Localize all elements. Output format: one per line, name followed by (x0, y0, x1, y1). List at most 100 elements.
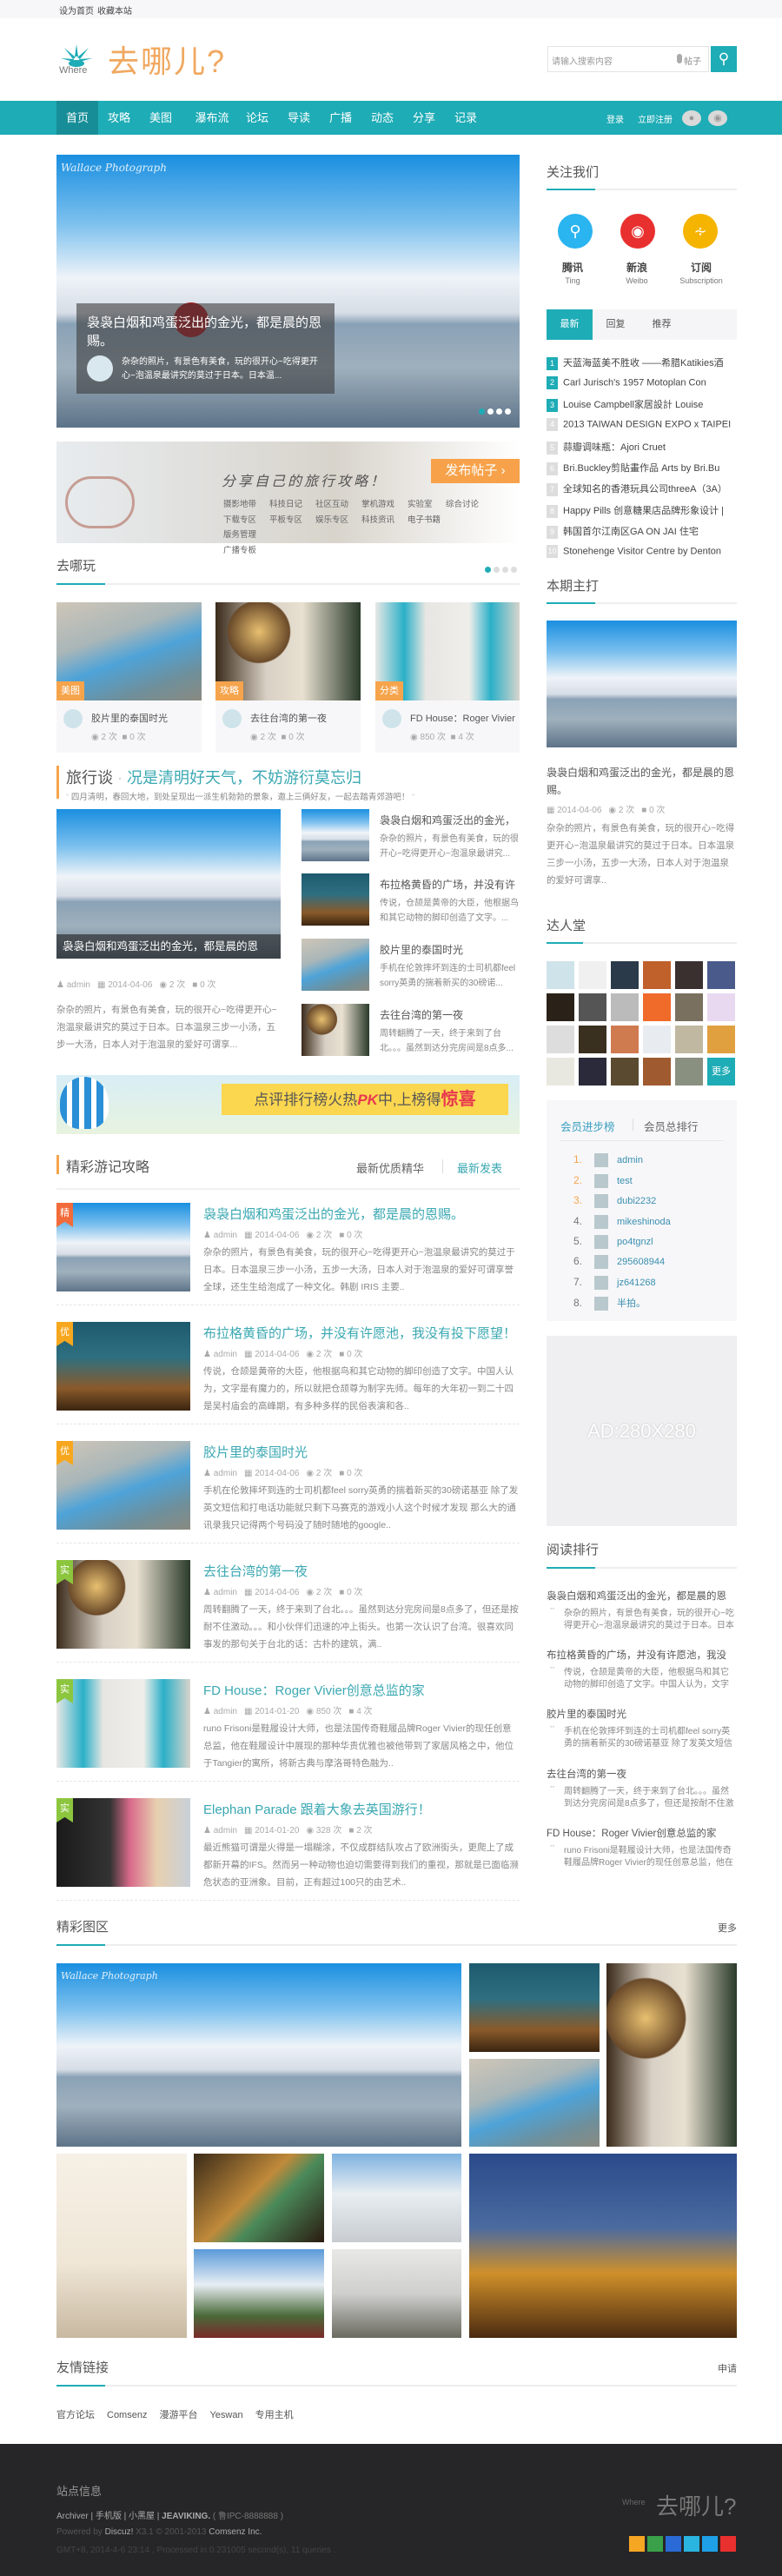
category-link[interactable]: 科技资讯 (361, 513, 408, 528)
expert-avatar[interactable] (643, 1058, 671, 1086)
member-rank-item[interactable]: 1. admin (573, 1153, 643, 1169)
douban-icon[interactable] (647, 2536, 663, 2552)
expert-avatar[interactable] (675, 961, 703, 989)
member-name[interactable]: jz641268 (617, 1278, 656, 1288)
carousel-dot[interactable] (511, 567, 517, 573)
expert-avatar[interactable] (547, 1058, 574, 1086)
slide-title[interactable]: 袅袅白烟和鸡蛋泛出的金光，都是晨的恩赐。 (87, 314, 321, 350)
nav-item-digest[interactable]: 导读 (278, 101, 320, 135)
nav-item-share[interactable]: 分享 (403, 101, 445, 135)
latest-post-item[interactable]: 3 Louise Campbell家居設計 Louise (547, 397, 737, 413)
category-link[interactable]: 版务管理 (223, 528, 262, 543)
expert-avatar[interactable] (643, 1026, 671, 1053)
reading-title[interactable]: 胶片里的泰国时光 (547, 1707, 737, 1721)
slider-dot[interactable] (487, 408, 494, 415)
gallery-image[interactable] (606, 1963, 737, 2147)
expert-avatar[interactable] (707, 993, 735, 1021)
expert-avatar[interactable] (611, 993, 639, 1021)
friend-link[interactable]: Comsenz (107, 2410, 147, 2420)
ranking-ad-banner[interactable]: 点评排行榜火热PK中,上榜得惊喜 (56, 1075, 520, 1134)
microphone-icon[interactable] (677, 54, 682, 63)
slider-dot[interactable] (479, 408, 485, 415)
friend-link[interactable]: 官方论坛 (56, 2410, 95, 2420)
talk-list-item[interactable]: 布拉格黄昏的广场，并没有许 传说，仓颉是黄帝的大臣，他根据鸟和其它动物的脚印创造了… (302, 873, 520, 926)
reading-item[interactable]: 布拉格黄昏的广场，并没有许愿池，我没传说，仓颉是黄帝的大臣，他根据鸟和其它动物的… (547, 1648, 737, 1691)
reading-item[interactable]: FD House：Roger Vivier创意总监的家 runo Frisoni是… (547, 1826, 737, 1869)
expert-avatar[interactable] (611, 961, 639, 989)
nav-item-feed[interactable]: 动态 (361, 101, 403, 135)
tab-latest-posts[interactable]: 最新 (547, 309, 593, 340)
category-link[interactable]: 摄影地带 (223, 497, 269, 513)
category-link[interactable]: 娱乐专区 (315, 513, 361, 528)
hero-slider[interactable]: Wallace Photograph 袅袅白烟和鸡蛋泛出的金光，都是晨的恩赐。 … (56, 155, 520, 428)
expert-avatar[interactable] (707, 1026, 735, 1053)
member-name[interactable]: mikeshinoda (617, 1217, 671, 1227)
feature-title[interactable]: 袅袅白烟和鸡蛋泛出的金光，都是晨的恩赐。 (547, 764, 737, 799)
category-link[interactable]: 下载专区 (223, 513, 269, 528)
member-rank-item[interactable]: 4. mikeshinoda (573, 1215, 671, 1231)
member-name[interactable]: dubi2232 (617, 1196, 656, 1206)
expert-avatar[interactable] (611, 1058, 639, 1086)
item-title[interactable]: 布拉格黄昏的广场，并没有许 (380, 877, 520, 892)
site-name-link[interactable]: JEAVIKING. (162, 2512, 210, 2521)
expert-avatar[interactable] (675, 1026, 703, 1053)
play-card[interactable]: 分类 FD House：Roger Vivier ◉ 850 次 ■ 4 次 (375, 602, 520, 753)
gallery-image[interactable] (194, 2249, 324, 2338)
talk-headline[interactable]: 况是清明好天气，不妨游衍莫忘归 (127, 769, 361, 787)
logo-text[interactable]: 去哪儿? (108, 37, 226, 82)
friend-link[interactable]: 漫游平台 (159, 2410, 197, 2420)
expert-avatar[interactable] (579, 993, 606, 1021)
category-link[interactable]: 综合讨论 (446, 497, 484, 513)
article-title[interactable]: 袅袅白烟和鸡蛋泛出的金光，都是晨的恩赐。 (203, 1205, 464, 1223)
latest-post-item[interactable]: 10 Stonehenge Visitor Centre by Denton (547, 545, 737, 561)
article-image[interactable] (56, 1441, 190, 1530)
publish-post-button[interactable]: 发布帖子 › (431, 459, 520, 483)
article-image[interactable] (56, 1203, 190, 1291)
gallery-more-link[interactable]: 更多 (718, 1921, 737, 1935)
friend-link[interactable]: 专用主机 (255, 2410, 294, 2420)
article-title[interactable]: 去往台湾的第一夜 (203, 1562, 308, 1580)
logo-icon[interactable]: Where (59, 41, 94, 76)
gallery-image[interactable] (469, 1963, 600, 2052)
weibo-icon[interactable]: ◉ (620, 214, 655, 249)
latest-post-item[interactable]: 4 2013 TAIWAN DESIGN EXPO x TAIPEI (547, 418, 737, 434)
play-card[interactable]: 美图 胶片里的泰国时光 ◉ 2 次 ■ 0 次 (56, 602, 202, 753)
gallery-image[interactable] (332, 2249, 461, 2338)
card-title[interactable]: 去往台湾的第一夜 (250, 711, 327, 725)
category-link[interactable]: 平板专区 (269, 513, 315, 528)
talk-main-image[interactable]: 袅袅白烟和鸡蛋泛出的金光，都是晨的恩 (56, 809, 281, 959)
discuz-link[interactable]: Discuz! (105, 2527, 134, 2537)
article-title[interactable]: 布拉格黄昏的广场，并没有许愿池，我没有投下愿望！ (203, 1324, 516, 1342)
nav-item-home[interactable]: 首页 (56, 101, 98, 135)
tab-member-progress[interactable]: 会员进步榜 (560, 1118, 615, 1134)
article-image[interactable] (56, 1560, 190, 1649)
category-link[interactable]: 电子书籍 (408, 513, 454, 528)
expert-avatar[interactable] (675, 1058, 703, 1086)
sina-weibo-icon[interactable] (720, 2536, 736, 2552)
member-rank-item[interactable]: 3. dubi2232 (573, 1194, 656, 1210)
login-link[interactable]: 登录 (606, 112, 624, 125)
expert-avatar[interactable] (643, 993, 671, 1021)
weibo-login-icon[interactable]: ◉ (708, 110, 727, 126)
blacklist-link[interactable]: 小黑屋 (129, 2512, 155, 2521)
carousel-dot[interactable] (485, 567, 491, 573)
gallery-image[interactable] (56, 2154, 187, 2338)
rss-icon[interactable] (629, 2536, 645, 2552)
set-home-link[interactable]: 设为首页 (59, 3, 94, 17)
renren-icon[interactable] (666, 2536, 681, 2552)
latest-post-item[interactable]: 7 全球知名的香港玩具公司threeA（3A） (547, 481, 737, 497)
register-link[interactable]: 立即注册 (638, 112, 673, 125)
search-button[interactable]: ⚲ (711, 46, 737, 72)
category-link[interactable]: 掌机游戏 (361, 497, 408, 513)
item-title[interactable]: 去往台湾的第一夜 (380, 1007, 520, 1022)
article-image[interactable] (56, 1322, 190, 1411)
item-title[interactable]: 胶片里的泰国时光 (380, 942, 520, 957)
experts-more-button[interactable]: 更多 (707, 1058, 735, 1086)
nav-item-photos[interactable]: 美图 (140, 101, 182, 135)
carousel-dot[interactable] (502, 567, 508, 573)
expert-avatar[interactable] (579, 1026, 606, 1053)
latest-post-item[interactable]: 2 Carl Jurisch's 1957 Motoplan Con (547, 376, 737, 392)
article-title[interactable]: 胶片里的泰国时光 (203, 1443, 308, 1461)
mobile-link[interactable]: 手机版 (96, 2512, 122, 2521)
carousel-dot[interactable] (494, 567, 500, 573)
